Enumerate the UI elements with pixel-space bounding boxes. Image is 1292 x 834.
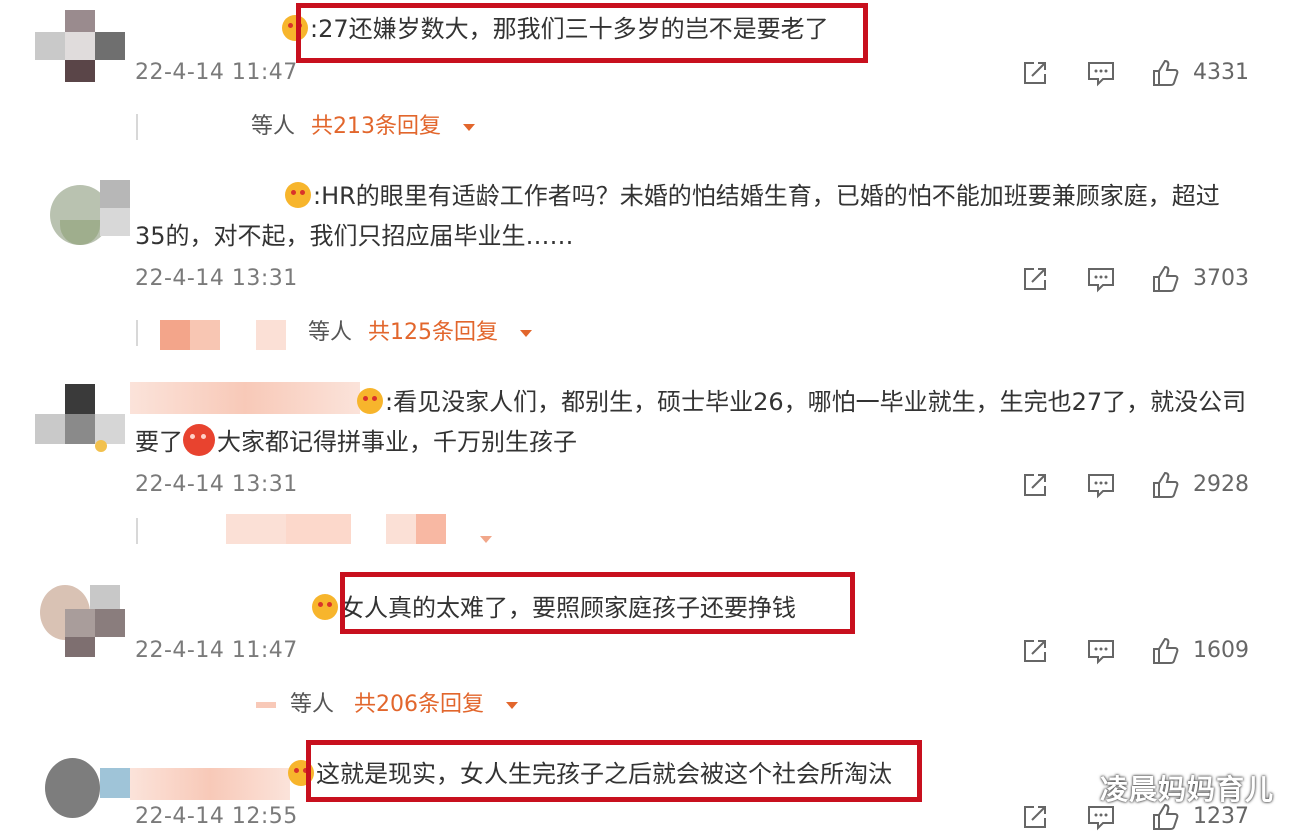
like-count: 2928 xyxy=(1193,472,1249,497)
timestamp: 22-4-14 13:31 xyxy=(135,472,298,497)
reply-users: 等人 xyxy=(308,320,353,345)
reply-row[interactable] xyxy=(136,514,506,548)
comment-actions: 4331 xyxy=(1020,56,1260,90)
thumbs-up-icon[interactable] xyxy=(1150,58,1180,88)
avatar[interactable] xyxy=(35,384,125,454)
thumbs-up-icon[interactable] xyxy=(1150,264,1180,294)
chevron-down-icon[interactable] xyxy=(463,124,475,131)
username-blur xyxy=(130,768,290,800)
avatar[interactable] xyxy=(45,180,135,250)
emoji-icon xyxy=(312,594,338,620)
reply-avatar-blur xyxy=(256,702,276,708)
reply-row[interactable]: 等人 共213条回复 xyxy=(136,110,496,144)
avatar[interactable] xyxy=(35,10,125,82)
reply-divider xyxy=(136,518,138,544)
share-icon[interactable] xyxy=(1020,470,1050,500)
share-icon[interactable] xyxy=(1020,264,1050,294)
comment-text: :HR的眼里有适龄工作者吗？未婚的怕结婚生育，已婚的怕不能加班要兼顾家庭，超过 xyxy=(285,176,1220,216)
chevron-down-icon[interactable] xyxy=(520,330,532,337)
reply-row[interactable]: 等人 共206条回复 xyxy=(250,688,540,722)
comment-text-cont: 35的，对不起，我们只招应届毕业生…… xyxy=(135,222,574,250)
thumbs-up-icon[interactable] xyxy=(1150,470,1180,500)
highlight-box xyxy=(306,740,922,802)
watermark: 凌晨妈妈育儿 xyxy=(1099,773,1274,806)
reply-avatar-blur xyxy=(386,514,416,544)
timestamp: 22-4-14 11:47 xyxy=(135,638,298,663)
reply-divider xyxy=(136,320,138,346)
comment-text-cont: 要了 大家都记得拼事业，千万别生孩子 xyxy=(135,422,577,462)
reply-avatar-blur xyxy=(286,514,351,544)
comment-icon[interactable] xyxy=(1086,58,1116,88)
comment-actions: 3703 xyxy=(1020,262,1260,296)
avatar[interactable] xyxy=(45,758,135,828)
reply-count-link[interactable]: 共125条回复 xyxy=(368,316,498,350)
username-blur xyxy=(130,382,360,414)
comment-actions: 2928 xyxy=(1020,468,1260,502)
share-icon[interactable] xyxy=(1020,636,1050,666)
heart-eyes-emoji-icon xyxy=(183,424,215,456)
timestamp: 22-4-14 12:55 xyxy=(135,804,298,829)
like-count: 4331 xyxy=(1193,60,1249,85)
reply-avatar-blur xyxy=(256,320,286,350)
chevron-down-icon[interactable] xyxy=(506,702,518,709)
highlight-box xyxy=(340,572,855,634)
comment-icon[interactable] xyxy=(1086,264,1116,294)
comment-icon[interactable] xyxy=(1086,470,1116,500)
comment-icon[interactable] xyxy=(1086,636,1116,666)
reply-users: 等人 xyxy=(290,692,335,717)
reply-users: 等人 xyxy=(251,114,296,139)
comment-text: :看见没家人们，都别生，硕士毕业26，哪怕一毕业就生，生完也27了，就没公司 xyxy=(357,382,1246,422)
avatar[interactable] xyxy=(40,585,130,657)
chevron-down-icon[interactable] xyxy=(480,536,492,543)
reply-count-link[interactable]: 共213条回复 xyxy=(311,110,441,144)
reply-divider xyxy=(136,114,138,140)
reply-row[interactable]: 等人 共125条回复 xyxy=(136,316,556,350)
reply-avatar-blur xyxy=(226,514,286,544)
comment-actions: 1609 xyxy=(1020,634,1260,668)
reply-avatar-blur xyxy=(190,320,220,350)
reply-avatar-blur xyxy=(416,514,446,544)
thumbs-up-icon[interactable] xyxy=(1150,636,1180,666)
emoji-icon xyxy=(357,388,383,414)
emoji-icon xyxy=(285,182,311,208)
highlight-box xyxy=(296,3,868,63)
timestamp: 22-4-14 13:31 xyxy=(135,266,298,291)
timestamp: 22-4-14 11:47 xyxy=(135,60,298,85)
reply-avatar-blur xyxy=(160,320,190,350)
like-count: 1609 xyxy=(1193,638,1249,663)
like-count: 3703 xyxy=(1193,266,1249,291)
share-icon[interactable] xyxy=(1020,58,1050,88)
reply-count-link[interactable]: 共206条回复 xyxy=(354,688,484,722)
